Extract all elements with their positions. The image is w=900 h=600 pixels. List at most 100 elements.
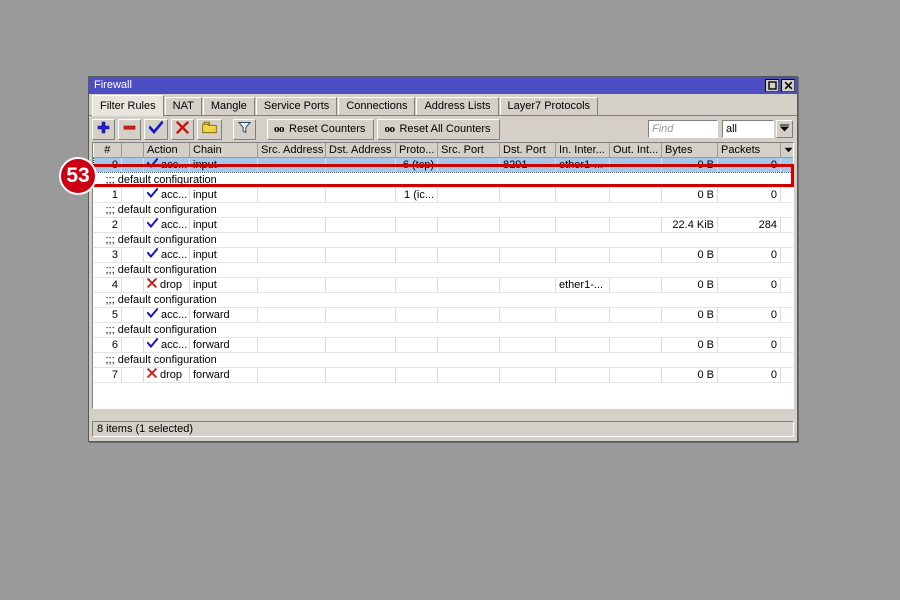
rules-table-body: 0 acc... input 6 (tcp) 8291 ether1-... 0 B 0;;;… [93,156,793,383]
action-label: acc... [161,158,188,171]
column-header-protocol[interactable]: Proto... [395,143,438,158]
table-comment-row[interactable]: ;;; default configuration [93,172,793,188]
cell-src-address [257,217,326,233]
tab-address-lists[interactable]: Address Lists [416,97,499,115]
cell-packets: 0 [717,247,781,263]
close-button[interactable] [781,79,795,92]
column-header-num[interactable]: # [93,143,122,158]
column-header-dst-address[interactable]: Dst. Address [325,143,396,158]
table-row[interactable]: 1 acc... input 1 (ic... 0 B0 [93,187,793,203]
cell-chain: input [189,277,258,293]
rules-table-container[interactable]: # Action Chain Src. Address Dst. Address… [92,142,794,409]
cell-dst-address [325,187,396,203]
tab-label: Address Lists [424,100,491,112]
table-row[interactable]: 6 acc... forward 0 B0 [93,337,793,353]
cell-protocol [395,277,438,293]
cell-src-port [437,247,500,263]
cell-flag [121,307,144,323]
table-comment-row[interactable]: ;;; default configuration [93,232,793,248]
column-header-dst-port[interactable]: Dst. Port [499,143,556,158]
cell-dst-address [325,247,396,263]
column-header-bytes[interactable]: Bytes [661,143,718,158]
filter-select[interactable]: all [722,120,774,138]
cell-dst-port [499,337,556,353]
tab-layer7-protocols[interactable]: Layer7 Protocols [499,97,599,115]
cell-in-interface: ether1-... [555,156,610,173]
cell-chain: input [189,187,258,203]
cell-num: 0 [93,156,122,173]
table-comment-row[interactable]: ;;; default configuration [93,202,793,218]
column-header-flag[interactable] [121,143,144,158]
reset-all-counters-button[interactable]: oo Reset All Counters [377,118,500,140]
comment-button[interactable] [197,118,222,140]
cell-protocol: 6 (tcp) [395,156,438,173]
cell-bytes: 22.4 KiB [661,217,718,233]
table-row[interactable]: 2 acc... input 22.4 KiB 284 [93,217,793,233]
tab-service-ports[interactable]: Service Ports [255,97,338,115]
action-label: acc... [161,188,188,201]
close-icon [784,81,793,90]
disable-rule-button[interactable] [171,118,194,140]
cell-out-interface [609,156,662,173]
action-label: acc... [161,248,188,261]
comment-text: ;;; default configuration [93,232,793,248]
cell-bytes: 0 B [661,367,718,383]
cell-src-address [257,156,326,173]
column-header-in-interface[interactable]: In. Inter... [555,143,610,158]
cell-in-interface [555,247,610,263]
window-titlebar[interactable]: Firewall [89,77,797,94]
tab-nat[interactable]: NAT [164,97,202,115]
tab-mangle[interactable]: Mangle [202,97,255,115]
table-row[interactable]: 3 acc... input 0 B0 [93,247,793,263]
find-input[interactable]: Find [648,120,718,138]
cell-src-address [257,247,326,263]
tab-connections[interactable]: Connections [338,97,416,115]
table-comment-row[interactable]: ;;; default configuration [93,322,793,338]
cell-action: acc... [143,307,190,323]
table-header-row: # Action Chain Src. Address Dst. Address… [93,143,793,158]
comment-text: ;;; default configuration [93,352,793,368]
enable-rule-button[interactable] [144,118,168,140]
column-header-action[interactable]: Action [143,143,190,158]
table-row[interactable]: 5 acc... forward 0 B0 [93,307,793,323]
cell-protocol [395,367,438,383]
column-header-packets[interactable]: Packets [717,143,781,158]
column-header-src-address[interactable]: Src. Address [257,143,326,158]
cell-dst-address [325,367,396,383]
maximize-button[interactable] [765,79,779,92]
cell-flag [121,156,144,173]
tab-filter-rules[interactable]: Filter Rules [92,95,164,116]
column-header-chain[interactable]: Chain [189,143,258,158]
table-row[interactable]: 4 drop input ether1-... 0 B0 [93,277,793,293]
column-header-src-port[interactable]: Src. Port [437,143,500,158]
table-comment-row[interactable]: ;;; default configuration [93,292,793,308]
table-comment-row[interactable]: ;;; default configuration [93,352,793,368]
cell-action: acc... [143,247,190,263]
column-header-out-interface[interactable]: Out. Int... [609,143,662,158]
column-chooser-button[interactable] [780,143,793,158]
cell-src-port [437,156,500,173]
check-icon [146,158,159,171]
cell-spacer [780,367,793,383]
table-comment-row[interactable]: ;;; default configuration [93,262,793,278]
cell-packets: 0 [717,307,781,323]
reset-counters-button[interactable]: oo Reset Counters [267,118,375,140]
action-label: acc... [161,218,188,231]
check-icon [146,247,159,261]
cell-src-port [437,367,500,383]
annotation-step-badge: 53 [59,157,97,195]
filter-select-dropdown-button[interactable] [776,120,793,138]
table-row[interactable]: 7 drop forward 0 B0 [93,367,793,383]
check-icon [146,337,159,351]
cell-dst-address [325,277,396,293]
window-title: Firewall [94,79,132,91]
cell-in-interface [555,307,610,323]
remove-rule-button[interactable] [118,118,141,140]
cell-spacer [780,337,793,353]
cell-flag [121,187,144,203]
filter-button[interactable] [233,118,256,140]
cell-in-interface [555,187,610,203]
cell-spacer [780,187,793,203]
table-row[interactable]: 0 acc... input 6 (tcp) 8291 ether1-... 0 B0 [93,156,793,173]
add-rule-button[interactable] [92,118,115,140]
